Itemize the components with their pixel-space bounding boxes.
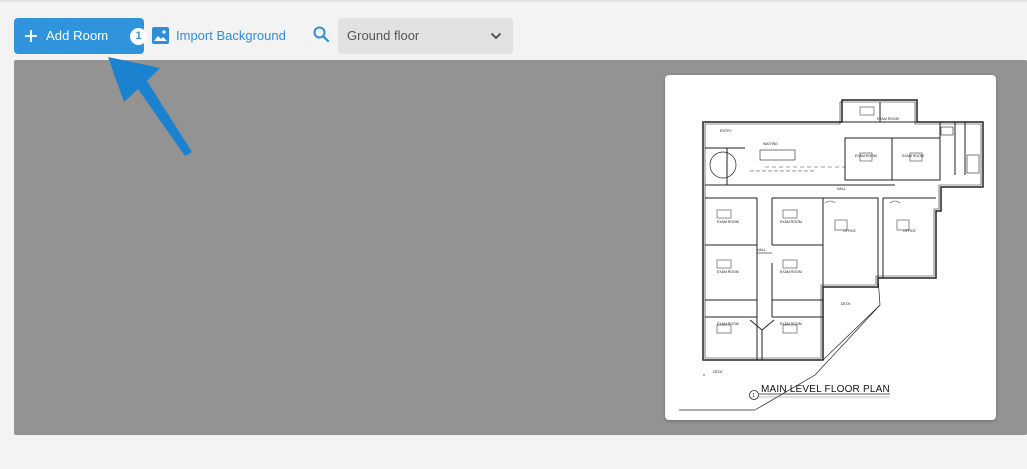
plan-label-exam: EXAM ROOM (717, 322, 739, 326)
floor-select[interactable]: Ground floor (338, 18, 513, 54)
plan-label-exam: EXAM ROOM (855, 154, 877, 158)
plan-label-exam: EXAM ROOM (780, 270, 802, 274)
floor-select-value: Ground floor (347, 28, 420, 43)
plan-label-waiting: WAITING (763, 142, 778, 146)
plan-label-deck: DECK (841, 302, 851, 306)
plan-label-hall: HALL (837, 187, 846, 191)
plan-label-exam: EXAM ROOM (780, 220, 802, 224)
add-room-button[interactable]: Add Room 1 (14, 18, 147, 54)
add-room-label: Add Room (46, 28, 109, 43)
import-background-label: Import Background (176, 27, 286, 43)
plan-label-deck: DECK (713, 370, 723, 374)
plan-label-hall: HALL (757, 248, 766, 252)
floor-plan-title: MAIN LEVEL FLOOR PLAN (761, 384, 890, 395)
plan-label-office: OFFICE (903, 229, 916, 233)
plan-label-entry: ENTRY (720, 129, 732, 133)
plan-label-exam: EXAM ROOM (717, 270, 739, 274)
floor-plan-background[interactable]: ENTRY WAITING EXAM ROOM EXAM ROOM EXAM R… (665, 75, 996, 420)
plan-label-exam: EXAM ROOM (902, 154, 924, 158)
room-count-badge: 1 (130, 28, 147, 45)
toolbar: Add Room 1 Import Background Ground floo… (0, 0, 1027, 60)
search-icon[interactable] (313, 26, 329, 42)
plus-icon (24, 26, 38, 46)
import-background-button[interactable]: Import Background (152, 25, 286, 45)
image-icon (152, 26, 169, 44)
plan-marker: 1 (752, 393, 755, 399)
pointer-arrow-icon (108, 57, 192, 156)
plan-label-exam: EXAM ROOM (877, 117, 899, 121)
chevron-down-icon (490, 32, 502, 40)
plan-label-exam: EXAM ROOM (717, 220, 739, 224)
plan-label-exam: EXAM ROOM (780, 322, 802, 326)
plan-label-office: OFFICE (843, 229, 856, 233)
floor-plan-drawing: ENTRY WAITING EXAM ROOM EXAM ROOM EXAM R… (679, 99, 984, 411)
